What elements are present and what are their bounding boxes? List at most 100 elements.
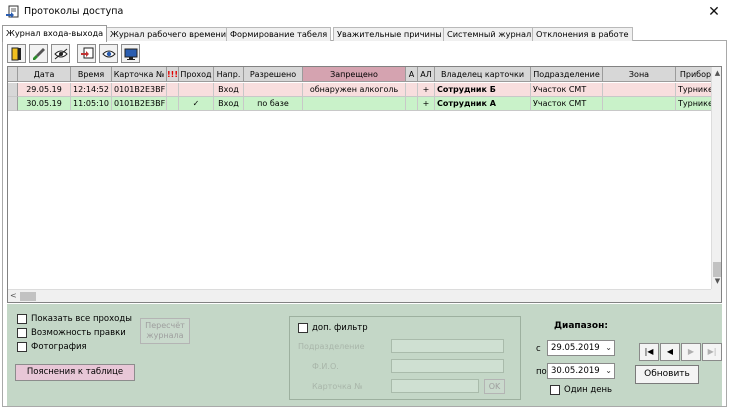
photo-checkbox[interactable]: Фотография <box>17 342 87 352</box>
cell-date[interactable]: 30.05.19 <box>18 97 71 111</box>
column-header-department[interactable]: Подразделение <box>531 67 603 82</box>
tab-timesheet[interactable]: Формирование табеля <box>226 27 332 41</box>
filter-ok-button[interactable]: OK <box>484 379 505 394</box>
cell-pass[interactable] <box>179 83 214 97</box>
cell-forbidden[interactable]: обнаружен алкоголь <box>303 83 406 97</box>
monitor-icon[interactable] <box>121 44 140 63</box>
one-day-label: Один день <box>564 385 613 395</box>
table-legend-button[interactable]: Пояснения к таблице <box>15 364 135 381</box>
checkbox-box[interactable] <box>17 314 27 324</box>
column-header-allowed[interactable]: Разрешено <box>244 67 303 82</box>
column-header-owner[interactable]: Владелец карточки <box>435 67 531 82</box>
cell-alert[interactable] <box>167 97 179 111</box>
cell-al[interactable]: + <box>418 97 435 111</box>
show-all-checkbox[interactable]: Показать все проходы <box>17 314 132 324</box>
cell-allowed[interactable] <box>244 83 303 97</box>
prev-page-button[interactable]: ◀ <box>660 343 680 361</box>
tab-strip: Журнал входа-выхода Журнал рабочего врем… <box>2 25 727 42</box>
door-exit-icon[interactable] <box>7 44 26 63</box>
column-header-alert[interactable]: !!! <box>167 67 179 82</box>
tab-system-log[interactable]: Системный журнал <box>443 27 536 41</box>
eye-hidden-icon[interactable] <box>51 44 70 63</box>
access-log-table[interactable]: Дата Время Карточка № !!! Проход Напр. Р… <box>7 66 722 303</box>
cell-device[interactable]: Турникет <box>676 97 716 111</box>
refresh-button[interactable]: Обновить <box>635 365 699 384</box>
cell-allowed[interactable]: по базе <box>244 97 303 111</box>
cell-department[interactable]: Участок СМТ <box>531 97 603 111</box>
cell-direction[interactable]: Вход <box>214 83 244 97</box>
checkbox-box[interactable] <box>550 385 560 395</box>
brush-icon[interactable] <box>29 44 48 63</box>
scroll-corner <box>711 289 721 302</box>
date-from-picker[interactable]: 29.05.2019 ⌄ <box>547 340 615 356</box>
tab-excuses[interactable]: Уважительные причины <box>333 27 446 41</box>
date-from-value: 29.05.2019 <box>551 343 600 353</box>
cell-time[interactable]: 11:05:10 <box>71 97 112 111</box>
cell-zone[interactable] <box>603 83 676 97</box>
allow-edit-label: Возможность правки <box>31 328 126 338</box>
chevron-down-icon[interactable]: ▼ <box>712 277 721 287</box>
card-filter-input[interactable] <box>391 379 479 393</box>
date-to-picker[interactable]: 30.05.2019 ⌄ <box>547 363 615 379</box>
chevron-down-icon[interactable]: ⌄ <box>605 341 612 355</box>
horizontal-scroll-thumb[interactable] <box>20 292 36 301</box>
cell-date[interactable]: 29.05.19 <box>18 83 71 97</box>
last-page-button[interactable]: ▶| <box>702 343 722 361</box>
column-header-device[interactable]: Прибор <box>676 67 716 82</box>
checkbox-box[interactable] <box>298 323 308 333</box>
cell-a[interactable] <box>406 83 418 97</box>
horizontal-scrollbar[interactable]: < <box>8 289 711 302</box>
cell-card-number[interactable]: 0101B2E3BF <box>112 97 167 111</box>
cell-owner[interactable]: Сотрудник А <box>435 97 531 111</box>
chevron-up-icon[interactable]: ▲ <box>712 69 721 79</box>
eye-icon[interactable] <box>99 44 118 63</box>
document-arrow-icon <box>6 5 20 19</box>
extra-filter-checkbox[interactable]: доп. фильтр <box>298 323 368 333</box>
cell-owner[interactable]: Сотрудник Б <box>435 83 531 97</box>
next-page-button[interactable]: ▶ <box>681 343 701 361</box>
cell-department[interactable]: Участок СМТ <box>531 83 603 97</box>
fio-filter-input[interactable] <box>391 359 504 373</box>
table-row[interactable]: 30.05.19 11:05:10 0101B2E3BF ✓ Вход по б… <box>8 97 718 111</box>
table-row[interactable]: 29.05.19 12:14:52 0101B2E3BF Вход обнару… <box>8 83 718 97</box>
column-header-time[interactable]: Время <box>71 67 112 82</box>
cell-device[interactable]: Турникет <box>676 83 716 97</box>
photo-label: Фотография <box>31 342 87 352</box>
recalc-journal-button[interactable]: Пересчёт журнала <box>140 318 190 344</box>
cell-time[interactable]: 12:14:52 <box>71 83 112 97</box>
cell-direction[interactable]: Вход <box>214 97 244 111</box>
column-header-a[interactable]: А <box>406 67 418 82</box>
cell-card-number[interactable]: 0101B2E3BF <box>112 83 167 97</box>
cell-zone[interactable] <box>603 97 676 111</box>
cell-al[interactable]: + <box>418 83 435 97</box>
first-page-button[interactable]: |◀ <box>639 343 659 361</box>
chevron-down-icon[interactable]: ⌄ <box>605 364 612 378</box>
cell-pass[interactable]: ✓ <box>179 97 214 111</box>
card-filter-label: Карточка № <box>312 382 363 391</box>
column-header-forbidden[interactable]: Запрещено <box>303 67 406 82</box>
column-header-card-number[interactable]: Карточка № <box>112 67 167 82</box>
column-header-pass[interactable]: Проход <box>179 67 214 82</box>
column-header-zone[interactable]: Зона <box>603 67 676 82</box>
checkbox-box[interactable] <box>17 328 27 338</box>
cell-a[interactable] <box>406 97 418 111</box>
column-header-direction[interactable]: Напр. <box>214 67 244 82</box>
close-button[interactable]: ✕ <box>705 3 723 21</box>
cell-forbidden[interactable] <box>303 97 406 111</box>
one-day-checkbox[interactable]: Один день <box>550 385 612 395</box>
column-header-date[interactable]: Дата <box>18 67 71 82</box>
row-indicator <box>8 83 18 97</box>
vertical-scroll-thumb[interactable] <box>713 262 721 277</box>
tab-deviations[interactable]: Отклонения в работе <box>532 27 633 41</box>
department-filter-input[interactable] <box>391 339 504 353</box>
tab-access-log[interactable]: Журнал входа-выхода <box>2 25 108 42</box>
tab-worktime-log[interactable]: Журнал рабочего времени <box>106 27 231 41</box>
checkbox-box[interactable] <box>17 342 27 352</box>
export-icon[interactable] <box>77 44 96 63</box>
row-indicator-header <box>8 67 18 82</box>
column-header-al[interactable]: АЛ <box>418 67 435 82</box>
chevron-left-icon[interactable]: < <box>10 291 17 300</box>
allow-edit-checkbox[interactable]: Возможность правки <box>17 328 126 338</box>
vertical-scrollbar[interactable]: ▲ ▼ <box>711 67 721 289</box>
cell-alert[interactable] <box>167 83 179 97</box>
